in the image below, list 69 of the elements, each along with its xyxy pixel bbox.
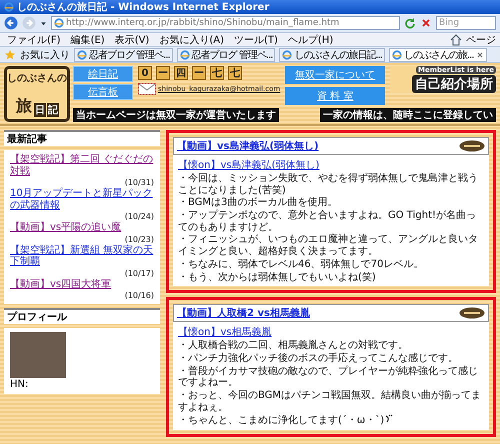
browser-tab[interactable]: 忍者ブログ 管理ペ... — [176, 48, 276, 62]
dropdown-icon[interactable] — [40, 20, 47, 26]
browser-tab[interactable]: しのぶさんの旅... — [388, 48, 487, 62]
menu-item[interactable]: ファイル(F) — [4, 32, 64, 46]
browser-tab[interactable]: 忍者ブログ 管理ペ... — [74, 48, 173, 62]
counter-digit: 四 — [174, 66, 188, 80]
home-icon[interactable] — [450, 34, 462, 46]
profile-label: HN: — [10, 379, 30, 390]
post-link[interactable]: 【動画】vs平陽の追い魔 — [10, 222, 154, 234]
section-heading: プロフィール — [4, 308, 160, 324]
counter-digit: ー — [156, 66, 170, 80]
counter-digit: 0 — [138, 66, 152, 80]
menu-item[interactable]: ヘルプ(H) — [284, 32, 336, 46]
browser-tab[interactable]: しのぶさんの旅日記... — [279, 48, 385, 62]
post-text: ・もう、次からは弱体無しでもいいよね(笑) — [178, 272, 377, 284]
post-text: ・パンチ力強化パッチ後のボスの手応えってこんな感じです。 — [178, 352, 459, 365]
counter-digit: ー — [192, 66, 206, 80]
envelope-icon — [138, 83, 156, 95]
post-text: ・ちなみに、弱体でレベル46、弱体無しで70レベル。 — [178, 258, 424, 270]
counter-digit: 七 — [228, 66, 242, 80]
badge-icon — [459, 307, 485, 320]
page-icon — [54, 18, 64, 28]
refresh-icon[interactable] — [404, 17, 416, 29]
page-icon — [180, 50, 190, 60]
post-date: (10/24) — [124, 212, 154, 221]
browser-icon — [4, 2, 14, 12]
close-icon[interactable] — [476, 50, 484, 58]
post-date: (10/17) — [124, 268, 154, 278]
close-icon[interactable] — [420, 17, 432, 29]
salute-mark-icon — [384, 414, 394, 424]
post-text: ・アップテンポなので、意外と合いますよね。GO Tight!が名曲ってのもありますけど。 — [178, 210, 477, 234]
page-icon — [392, 50, 402, 60]
post-date: (10/31) — [124, 178, 154, 187]
star-icon[interactable] — [4, 48, 16, 60]
menu-item[interactable]: 編集(E) — [68, 32, 108, 46]
menu-item[interactable]: お気に入り(A) — [156, 32, 227, 46]
post-text: ・おっと、今回のBGMはパチンコ戦国無双。結構良い曲が揃ってますよねぇ。 — [178, 390, 482, 414]
post-text: ・BGMは3曲のボーカル曲を使用。 — [178, 197, 338, 210]
page-menu-button[interactable]: ページ — [466, 32, 496, 46]
video-link[interactable]: 【懐on】vs相馬義胤 — [178, 325, 484, 340]
post-link[interactable]: 10月アップデートと新星パックの武器情報 — [10, 188, 154, 211]
marquee-text: 一家の情報は、随時ここに登録してい — [320, 108, 496, 122]
search-field[interactable]: Bing — [436, 16, 496, 30]
post-link[interactable]: 【架空戦記】新選組 無双家の天下制覇 — [10, 244, 154, 268]
post-text: ・フィニッシュが、いつものエロ魔神と違って、アングルと良いタイミングと良い、超格好良く決まってます。 — [178, 234, 479, 258]
post-link[interactable]: 【架空戦記】第二回 ぐだぐだの対戦 — [10, 154, 154, 177]
menu-item[interactable]: 表示(V) — [112, 32, 152, 46]
post-text: ・今回は、ミッション失敗で、やむを得ず弱体無しで鬼島津と戦うことになりました(苦笑) — [178, 173, 479, 196]
post-link[interactable]: 【動画】vs四国大将軍 — [10, 278, 154, 290]
post-title[interactable]: 【動画】vs島津義弘(弱体無し) — [177, 139, 319, 153]
section-heading: 最新記事 — [4, 130, 160, 146]
badge-icon — [459, 140, 485, 152]
marquee-text: 当ホームページは無双一家が運営いたします — [73, 108, 279, 122]
post-text: ・普段がイカサマ技砲の敵なので、プレイヤーが純粋強化って感じですよねー。 — [178, 366, 479, 389]
counter-digit: 七 — [210, 66, 224, 80]
window-title: しのぶさんの旅日記 - Windows Internet Explorer — [0, 0, 500, 14]
post-title[interactable]: 【動画】人取橋2 vs相馬義胤 — [177, 306, 310, 320]
favorites-button[interactable]: お気に入り — [20, 48, 70, 62]
post-date: (10/16) — [124, 291, 154, 300]
page-icon — [282, 50, 292, 60]
address-field[interactable]: http://www.interq.or.jp/rabbit/shino/Shinobu/main_flame.htm — [51, 16, 400, 30]
menu-item[interactable]: ツール(T) — [231, 32, 281, 46]
back-icon[interactable] — [4, 16, 18, 30]
post-text: ・ちゃんと、こまめに浄化してます(´・ω・`) — [178, 414, 484, 427]
post-text: ・人取橋合戦の二回、相馬義胤さんとの対戦です。 — [178, 340, 409, 352]
photo-placeholder — [10, 332, 66, 378]
page-icon — [77, 50, 87, 60]
video-link[interactable]: 【懐on】vs島津義弘(弱体無し) — [178, 158, 484, 172]
post-date: (10/23) — [124, 234, 154, 244]
